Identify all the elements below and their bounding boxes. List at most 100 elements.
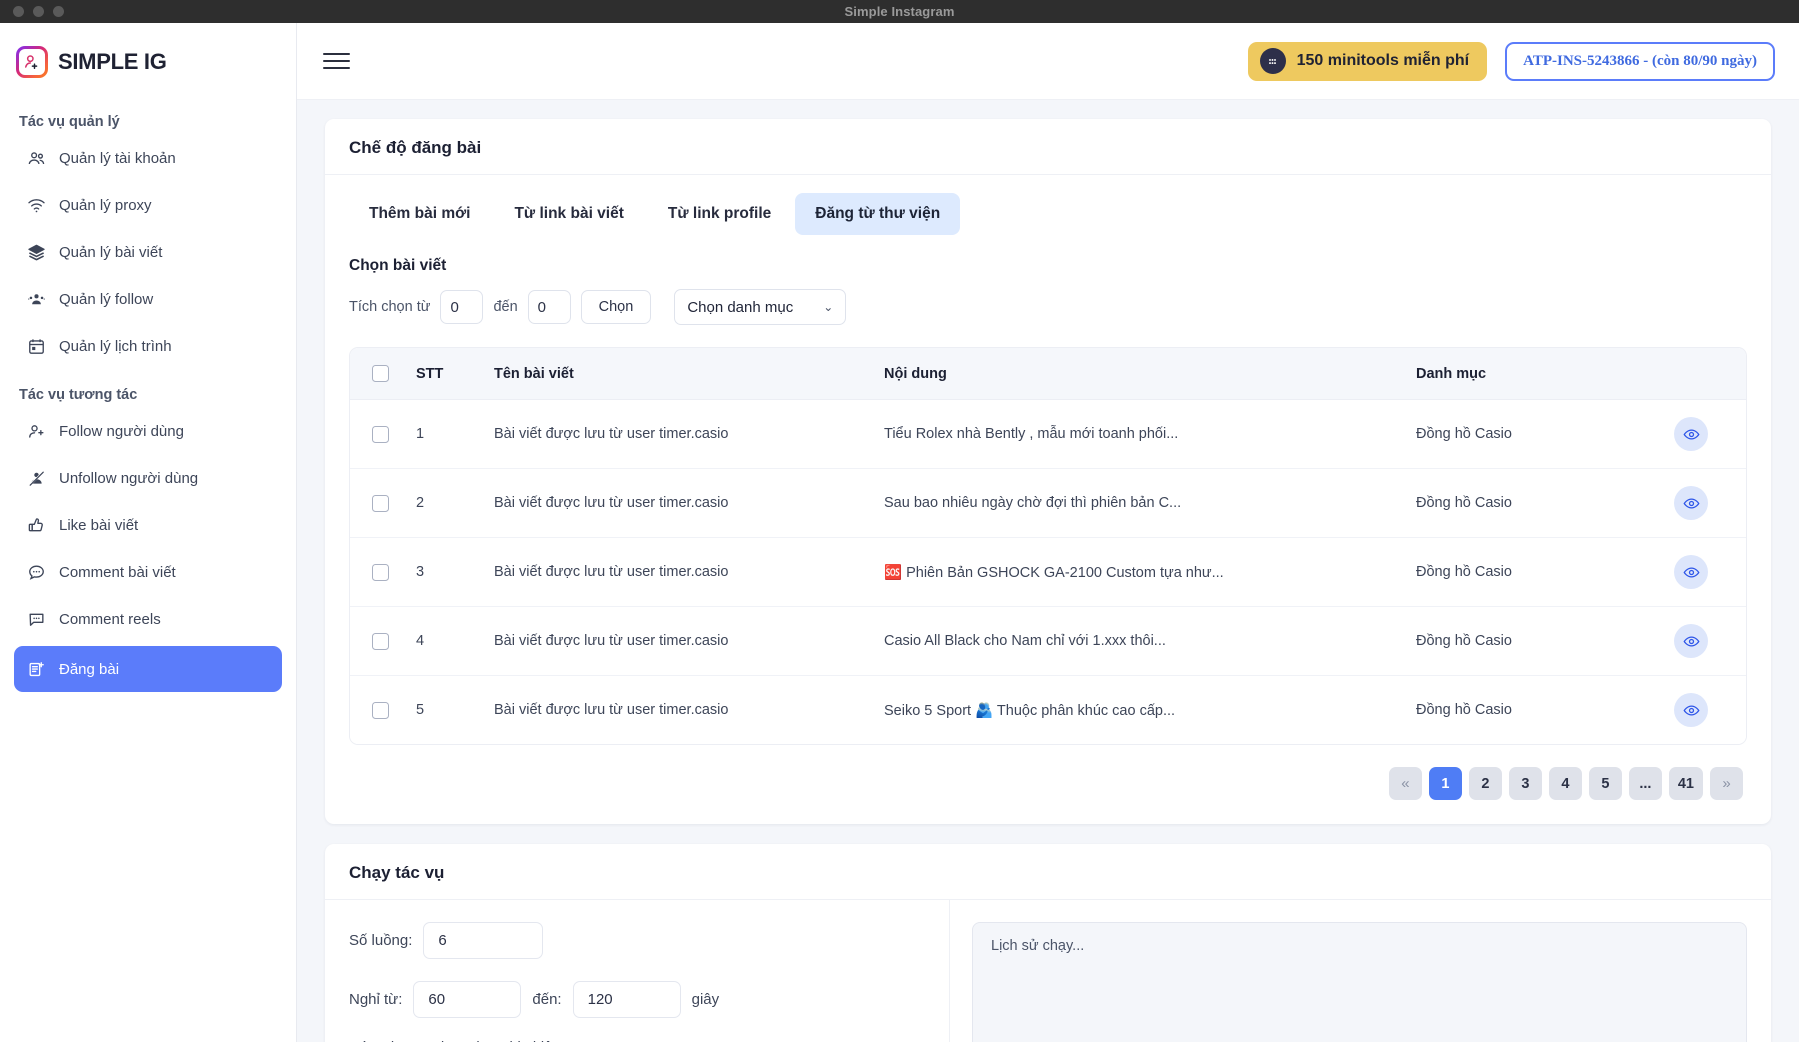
- pagination-page-41[interactable]: 41: [1668, 767, 1703, 800]
- row-content: Tiểu Rolex nhà Bently , mẫu mới toanh ph…: [874, 399, 1406, 469]
- row-action-cell: [1636, 468, 1746, 538]
- header-danh-muc: Danh mục: [1406, 348, 1636, 400]
- instagram-user-add-icon: [16, 45, 48, 78]
- tab-dang-tu-thu-vien[interactable]: Đăng từ thư viện: [795, 193, 961, 235]
- category-select[interactable]: Chọn danh mục ⌄: [674, 289, 847, 325]
- table-row[interactable]: 2 Bài viết được lưu từ user timer.casio …: [350, 468, 1746, 538]
- sidebar-item-comment-reels[interactable]: Comment reels: [14, 599, 282, 640]
- header-ten-bai-viet: Tên bài viết: [484, 348, 874, 400]
- row-content: Seiko 5 Sport 🫂 Thuộc phân khúc cao cấp.…: [874, 675, 1406, 744]
- eye-icon[interactable]: [1674, 693, 1708, 727]
- posts-table-wrapper: STT Tên bài viết Nội dung Danh mục 1 Bài…: [349, 347, 1747, 745]
- sidebar-item-quan-ly-lich-trinh[interactable]: Quản lý lịch trình: [14, 326, 282, 367]
- sidebar-item-quan-ly-proxy[interactable]: Quản lý proxy: [14, 185, 282, 226]
- sidebar-item-label: Quản lý bài viết: [59, 244, 163, 261]
- sidebar: SIMPLE IG Tác vụ quản lý Quản lý tài kho…: [0, 23, 297, 1042]
- row-checkbox[interactable]: [372, 632, 389, 650]
- sidebar-item-dang-bai[interactable]: Đăng bài: [14, 646, 282, 692]
- sidebar-item-unfollow-nguoi-dung[interactable]: Unfollow người dùng: [14, 458, 282, 499]
- table-header-row: STT Tên bài viết Nội dung Danh mục: [350, 348, 1746, 400]
- eye-icon[interactable]: [1674, 417, 1708, 451]
- tab-tu-link-bai-viet[interactable]: Từ link bài viết: [494, 193, 643, 235]
- window-controls[interactable]: [0, 6, 64, 17]
- pagination: « 1 2 3 4 5 ... 41 »: [349, 745, 1747, 802]
- brand: SIMPLE IG: [0, 23, 296, 100]
- table-row[interactable]: 1 Bài viết được lưu từ user timer.casio …: [350, 399, 1746, 469]
- rest-row: Nghỉ từ: đến: giây: [349, 981, 925, 1018]
- sidebar-item-label: Quản lý lịch trình: [59, 338, 172, 355]
- row-checkbox-cell: [350, 468, 406, 538]
- row-checkbox-cell: [350, 606, 406, 676]
- chat-square-dots-icon: [26, 610, 46, 630]
- sidebar-item-label: Đăng bài: [59, 660, 120, 678]
- rest-from-input[interactable]: [413, 981, 522, 1018]
- seconds-unit-label: giây: [691, 991, 720, 1008]
- window-titlebar: Simple Instagram: [0, 0, 1799, 23]
- table-row[interactable]: 5 Bài viết được lưu từ user timer.casio …: [350, 675, 1746, 744]
- row-checkbox[interactable]: [372, 494, 389, 512]
- row-action-cell: [1636, 537, 1746, 607]
- rest-to-input[interactable]: [572, 981, 681, 1018]
- eye-icon[interactable]: [1674, 486, 1708, 520]
- row-stt: 4: [406, 606, 484, 676]
- pagination-page-3[interactable]: 3: [1508, 767, 1542, 800]
- tick-from-input[interactable]: [440, 290, 484, 324]
- sidebar-item-quan-ly-tai-khoan[interactable]: Quản lý tài khoản: [14, 138, 282, 179]
- row-stt: 3: [406, 537, 484, 607]
- pagination-page-1[interactable]: 1: [1428, 767, 1462, 800]
- sidebar-item-quan-ly-bai-viet[interactable]: Quản lý bài viết: [14, 232, 282, 273]
- row-stt: 5: [406, 675, 484, 744]
- brand-name: SIMPLE IG: [58, 48, 167, 74]
- sidebar-item-label: Quản lý tài khoản: [59, 150, 176, 167]
- run-history-log[interactable]: Lịch sử chạy...: [972, 922, 1747, 1042]
- sidebar-item-quan-ly-follow[interactable]: Quản lý follow: [14, 279, 282, 320]
- row-checkbox-cell: [350, 675, 406, 744]
- license-badge[interactable]: ATP-INS-5243866 - (còn 80/90 ngày): [1505, 41, 1775, 81]
- app-container: SIMPLE IG Tác vụ quản lý Quản lý tài kho…: [0, 23, 1799, 1042]
- pagination-page-5[interactable]: 5: [1588, 767, 1622, 800]
- sidebar-item-comment-bai-viet[interactable]: Comment bài viết: [14, 552, 282, 593]
- maximize-button[interactable]: [53, 6, 64, 17]
- select-all-checkbox[interactable]: [372, 365, 389, 382]
- row-action-cell: [1636, 675, 1746, 744]
- calendar-icon: [26, 337, 46, 357]
- tab-them-bai-moi[interactable]: Thêm bài mới: [349, 193, 490, 235]
- tick-range-row: Tích chọn từ đến Chọn Chọn danh mục ⌄: [349, 289, 1747, 325]
- eye-icon[interactable]: [1674, 555, 1708, 589]
- sidebar-item-label: Comment reels: [59, 611, 161, 628]
- header-noi-dung: Nội dung: [874, 348, 1406, 400]
- row-checkbox[interactable]: [372, 563, 389, 581]
- table-row[interactable]: 4 Bài viết được lưu từ user timer.casio …: [350, 606, 1746, 676]
- tab-tu-link-profile[interactable]: Từ link profile: [648, 193, 791, 235]
- row-content-text: Phiên Bản GSHOCK GA-2100 Custom tựa như.…: [906, 564, 1224, 581]
- wifi-icon: [26, 196, 46, 216]
- row-checkbox[interactable]: [372, 701, 389, 719]
- post-mode-body: Thêm bài mới Từ link bài viết Từ link pr…: [325, 175, 1771, 824]
- pagination-page-2[interactable]: 2: [1468, 767, 1502, 800]
- tick-to-input[interactable]: [527, 290, 571, 324]
- pagination-prev[interactable]: «: [1388, 767, 1422, 800]
- threads-row: Số luồng:: [349, 922, 925, 959]
- choose-button[interactable]: Chọn: [580, 290, 652, 324]
- table-row[interactable]: 3 Bài viết được lưu từ user timer.casio …: [350, 537, 1746, 607]
- sidebar-item-like-bai-viet[interactable]: Like bài viết: [14, 505, 282, 546]
- row-checkbox[interactable]: [372, 425, 389, 443]
- eye-icon[interactable]: [1674, 624, 1708, 658]
- row-content: 🆘 Phiên Bản GSHOCK GA-2100 Custom tựa nh…: [874, 537, 1406, 607]
- hamburger-menu-icon[interactable]: [323, 53, 350, 69]
- sidebar-item-follow-nguoi-dung[interactable]: Follow người dùng: [14, 411, 282, 452]
- chat-bubble-dots-icon: [26, 563, 46, 583]
- row-name: Bài viết được lưu từ user timer.casio: [484, 675, 874, 744]
- run-log-panel: Lịch sử chạy...: [950, 900, 1771, 1042]
- window-title: Simple Instagram: [844, 4, 955, 19]
- sidebar-item-label: Unfollow người dùng: [59, 470, 199, 487]
- row-category: Đồng hồ Casio: [1406, 399, 1636, 469]
- minimize-button[interactable]: [33, 6, 44, 17]
- sidebar-item-label: Like bài viết: [59, 517, 139, 534]
- close-button[interactable]: [13, 6, 24, 17]
- pagination-page-4[interactable]: 4: [1548, 767, 1582, 800]
- pagination-next[interactable]: »: [1710, 767, 1743, 800]
- threads-input[interactable]: [423, 922, 544, 959]
- pagination-ellipsis: ...: [1628, 767, 1662, 800]
- minitools-button[interactable]: 150 minitools miễn phí: [1247, 41, 1488, 81]
